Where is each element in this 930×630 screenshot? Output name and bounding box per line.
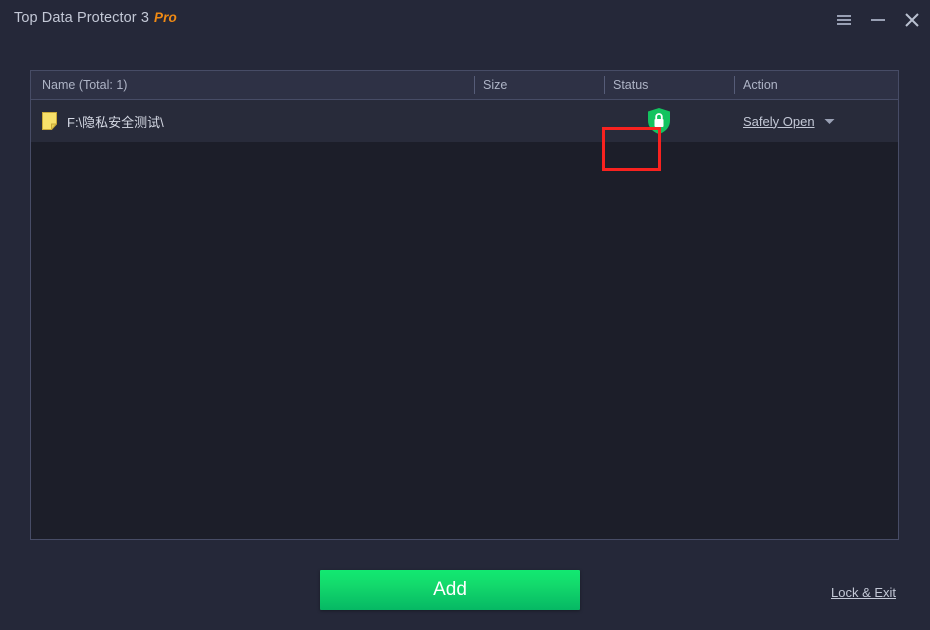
column-separator	[734, 76, 735, 94]
list-header: Name (Total: 1) Size Status Action	[31, 71, 898, 100]
title-bar: Top Data Protector 3 Pro	[0, 0, 930, 40]
row-name-cell: F:\隐私安全测试\	[42, 100, 164, 142]
shield-lock-icon[interactable]	[646, 107, 672, 135]
column-header-name[interactable]: Name (Total: 1)	[42, 78, 127, 92]
column-header-status[interactable]: Status	[613, 78, 648, 92]
close-icon[interactable]	[898, 6, 926, 34]
chevron-down-icon[interactable]	[824, 118, 835, 125]
row-path-text: F:\隐私安全测试\	[67, 114, 164, 130]
hamburger-menu-icon[interactable]	[830, 6, 858, 34]
safely-open-link[interactable]: Safely Open	[743, 114, 815, 129]
column-separator	[604, 76, 605, 94]
column-header-size[interactable]: Size	[483, 78, 507, 92]
row-action-cell: Safely Open	[734, 100, 835, 142]
row-status-cell	[604, 100, 734, 142]
column-separator	[474, 76, 475, 94]
list-body: F:\隐私安全测试\ Safely Open	[31, 100, 898, 539]
add-button[interactable]: Add	[320, 570, 580, 610]
table-row[interactable]: F:\隐私安全测试\ Safely Open	[31, 100, 898, 142]
column-header-action[interactable]: Action	[743, 78, 778, 92]
app-title: Top Data Protector 3 Pro	[14, 10, 177, 26]
protected-items-panel: Name (Total: 1) Size Status Action F:\隐私…	[30, 70, 899, 540]
pro-badge: Pro	[154, 10, 177, 25]
minimize-icon[interactable]	[864, 6, 892, 34]
folder-icon	[42, 112, 57, 130]
app-title-text: Top Data Protector 3	[14, 10, 149, 26]
lock-and-exit-link[interactable]: Lock & Exit	[831, 585, 896, 600]
